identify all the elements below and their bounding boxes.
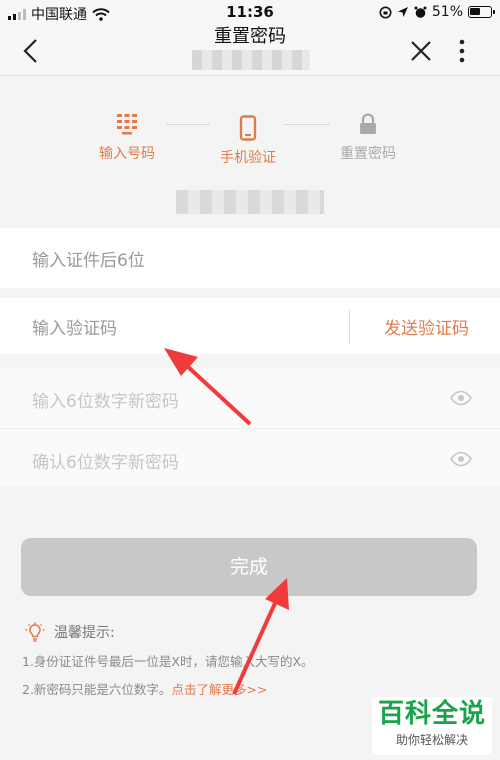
send-code-button[interactable]: 发送验证码 [384, 314, 469, 339]
complete-button[interactable]: 完成 [21, 538, 477, 596]
new-password-placeholder: 输入6位数字新密码 [32, 392, 179, 412]
eye-icon[interactable] [450, 451, 472, 467]
lightbulb-icon [25, 622, 45, 642]
keypad-icon [117, 114, 137, 135]
masked-phone-number [176, 190, 324, 214]
step-enter-number: 输入号码 [72, 111, 182, 163]
code-placeholder: 输入验证码 [32, 319, 117, 339]
watermark-slogan: 助你轻松解决 [395, 733, 468, 747]
verification-code-field[interactable]: 输入验证码 发送验证码 [0, 298, 500, 354]
tip-line-1: 1.身份证证件号最后一位是X时，请您输入大写的X。 [22, 654, 314, 669]
close-icon[interactable] [408, 38, 434, 64]
new-password-field[interactable]: 输入6位数字新密码 [0, 368, 500, 428]
battery-icon [468, 6, 495, 18]
eye-icon[interactable] [450, 390, 472, 406]
more-icon[interactable] [452, 38, 472, 64]
battery-percent: 51% [431, 4, 463, 20]
tips-title: 温馨提示: [54, 625, 115, 641]
phone-icon [239, 115, 257, 141]
step-reset-password: 重置密码 [313, 111, 423, 163]
step-label: 重置密码 [340, 146, 396, 162]
masked-subtitle [192, 50, 310, 70]
status-bar: 中国联通 11:36 51% [0, 0, 500, 26]
lock-icon [360, 113, 376, 134]
rotation-lock-icon [379, 6, 392, 18]
step-phone-verify: 手机验证 [193, 115, 303, 167]
watermark-logo: 百科全说 助你轻松解决 [372, 697, 492, 755]
status-right: 51% [379, 4, 495, 20]
nav-bar: 重置密码 [0, 26, 500, 76]
confirm-password-placeholder: 确认6位数字新密码 [32, 453, 179, 473]
watermark-brand: 百科全说 [377, 699, 486, 729]
step-label: 手机验证 [220, 150, 276, 166]
step-label: 输入号码 [99, 146, 155, 162]
id-suffix-field[interactable]: 输入证件后6位 [0, 228, 500, 288]
id-suffix-placeholder: 输入证件后6位 [32, 251, 145, 271]
location-icon [397, 7, 408, 17]
alarm-icon [414, 6, 427, 18]
tips-header: 温馨提示: [24, 621, 115, 643]
tip-line-2: 2.新密码只能是六位数字。点击了解更多>> [22, 679, 267, 698]
step-indicator: 输入号码 手机验证 重置密码 [0, 77, 500, 225]
learn-more-link[interactable]: 点击了解更多>> [171, 682, 267, 697]
field-divider [349, 310, 350, 344]
confirm-password-field[interactable]: 确认6位数字新密码 [0, 429, 500, 487]
tip-line-2-text: 2.新密码只能是六位数字。 [22, 682, 172, 697]
